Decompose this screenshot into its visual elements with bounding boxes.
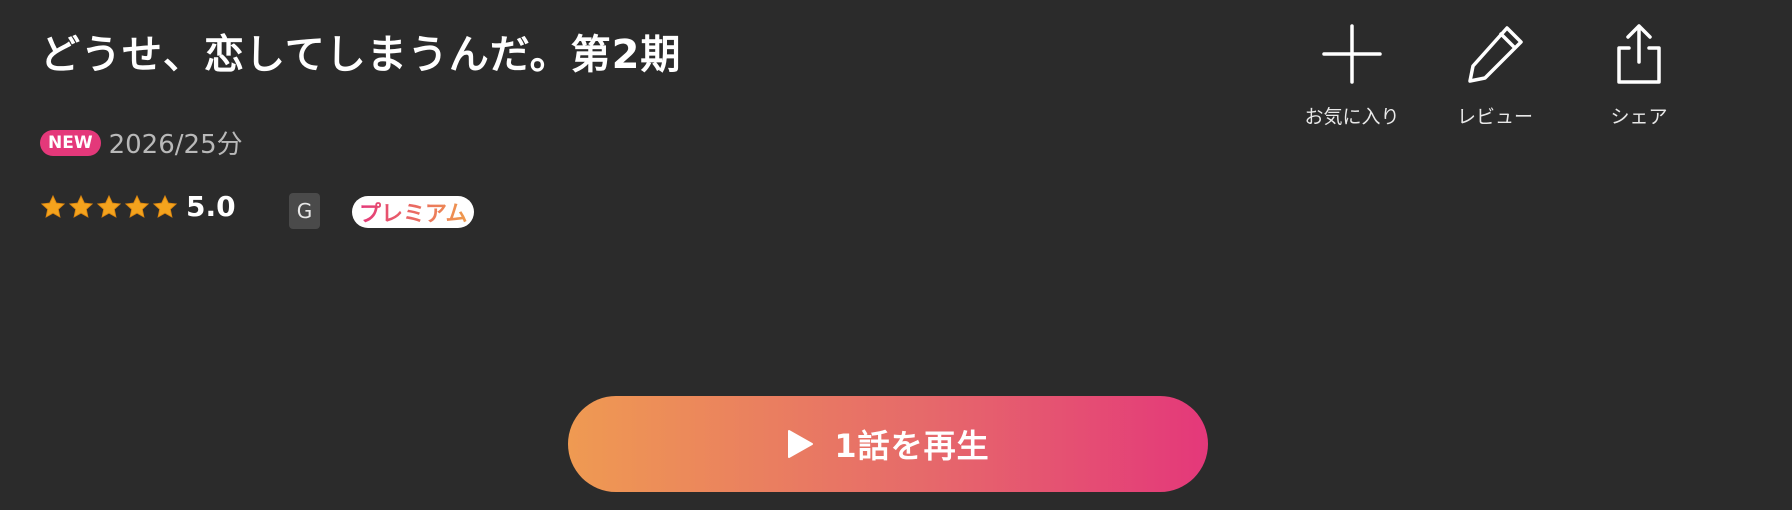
premium-label: プレミアム xyxy=(359,196,467,228)
star-icon xyxy=(68,194,94,218)
star-icon xyxy=(96,194,122,218)
star-icon xyxy=(152,194,178,218)
star-icon xyxy=(40,194,66,218)
new-badge: NEW xyxy=(40,129,101,156)
play-label: 1話を再生 xyxy=(834,427,990,465)
review-label: レビュー xyxy=(1456,106,1533,128)
page-title: どうせ、恋してしまうんだ。第2期 xyxy=(40,32,682,78)
play-button[interactable]: 1話を再生 xyxy=(568,396,1208,492)
share-button[interactable]: シェア xyxy=(1579,22,1699,129)
play-icon xyxy=(788,430,814,458)
star-icon xyxy=(124,194,150,218)
pencil-icon xyxy=(1468,26,1523,83)
age-rating-badge: G xyxy=(289,193,320,229)
share-icon xyxy=(1617,24,1661,84)
release-info: 2026/25分 xyxy=(108,130,243,160)
rating-value: 5.0 xyxy=(186,190,236,223)
favorite-label: お気に入り xyxy=(1304,106,1400,128)
review-button[interactable]: レビュー xyxy=(1435,22,1555,129)
meta-row: NEW 2026/25分 xyxy=(40,124,243,161)
rating: 5.0 xyxy=(40,190,236,223)
plus-icon xyxy=(1322,24,1382,84)
premium-badge: プレミアム xyxy=(352,196,475,228)
favorite-button[interactable]: お気に入り xyxy=(1292,22,1412,129)
share-label: シェア xyxy=(1610,106,1668,128)
